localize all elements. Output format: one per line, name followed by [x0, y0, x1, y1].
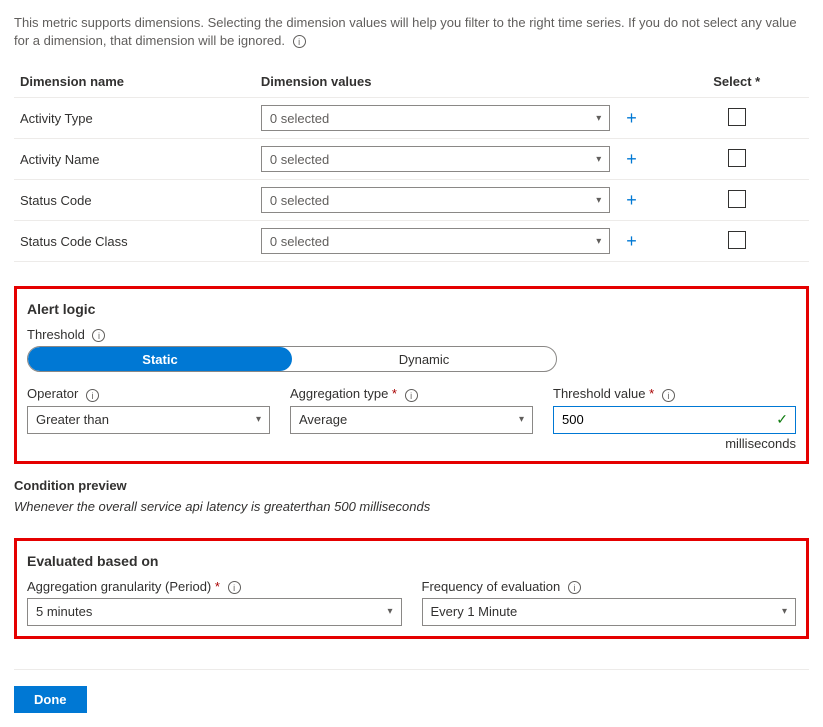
select-checkbox[interactable]: [728, 231, 746, 249]
dimension-values-select[interactable]: 0 selected▾: [261, 146, 610, 172]
evaluated-section: Evaluated based on Aggregation granulari…: [14, 538, 809, 639]
table-row: Activity Name0 selected▾ +: [14, 139, 809, 180]
info-icon[interactable]: i: [293, 35, 306, 48]
dimensions-table: Dimension name Dimension values Select *…: [14, 64, 809, 262]
col-dimension-values: Dimension values: [255, 64, 616, 98]
divider: [14, 669, 809, 670]
info-icon[interactable]: i: [568, 581, 581, 594]
aggregation-label: Aggregation type * i: [290, 386, 533, 401]
threshold-toggle[interactable]: Static Dynamic: [27, 346, 557, 372]
info-icon[interactable]: i: [662, 389, 675, 402]
aggregation-select[interactable]: Average ▾: [290, 406, 533, 434]
table-row: Status Code0 selected▾ +: [14, 180, 809, 221]
alert-logic-section: Alert logic Threshold i Static Dynamic O…: [14, 286, 809, 463]
chevron-down-icon: ▾: [256, 414, 261, 425]
check-icon: ✓: [776, 411, 788, 428]
threshold-value-input[interactable]: [553, 406, 796, 434]
table-row: Status Code Class0 selected▾ +: [14, 221, 809, 262]
dimension-values-select[interactable]: 0 selected▾: [261, 187, 610, 213]
plus-icon[interactable]: +: [622, 231, 641, 251]
operator-label: Operator i: [27, 386, 270, 401]
evaluated-title: Evaluated based on: [27, 553, 796, 569]
plus-icon[interactable]: +: [622, 190, 641, 210]
col-select: Select *: [664, 64, 809, 98]
condition-preview-text: Whenever the overall service api latency…: [14, 499, 809, 514]
info-icon[interactable]: i: [86, 389, 99, 402]
toggle-dynamic[interactable]: Dynamic: [292, 347, 556, 371]
table-row: Activity Type0 selected▾ +: [14, 98, 809, 139]
select-checkbox[interactable]: [728, 149, 746, 167]
select-checkbox[interactable]: [728, 108, 746, 126]
col-dimension-name: Dimension name: [14, 64, 255, 98]
dimension-values-select[interactable]: 0 selected▾: [261, 105, 610, 131]
dimension-name: Status Code: [14, 180, 255, 221]
dimension-values-select[interactable]: 0 selected▾: [261, 228, 610, 254]
info-icon[interactable]: i: [405, 389, 418, 402]
chevron-down-icon: ▾: [596, 195, 601, 206]
intro-text: This metric supports dimensions. Selecti…: [14, 14, 809, 50]
chevron-down-icon: ▾: [387, 606, 392, 617]
frequency-label: Frequency of evaluation i: [422, 579, 797, 594]
chevron-down-icon: ▾: [519, 414, 524, 425]
dimension-name: Activity Type: [14, 98, 255, 139]
condition-preview: Condition preview Whenever the overall s…: [14, 478, 809, 514]
plus-icon[interactable]: +: [622, 149, 641, 169]
chevron-down-icon: ▾: [596, 236, 601, 247]
plus-icon[interactable]: +: [622, 108, 641, 128]
alert-logic-title: Alert logic: [27, 301, 796, 317]
dimension-name: Activity Name: [14, 139, 255, 180]
granularity-label: Aggregation granularity (Period) * i: [27, 579, 402, 594]
info-icon[interactable]: i: [228, 581, 241, 594]
chevron-down-icon: ▾: [596, 154, 601, 165]
granularity-select[interactable]: 5 minutes ▾: [27, 598, 402, 626]
frequency-select[interactable]: Every 1 Minute ▾: [422, 598, 797, 626]
chevron-down-icon: ▾: [782, 606, 787, 617]
done-button[interactable]: Done: [14, 686, 87, 713]
info-icon[interactable]: i: [92, 329, 105, 342]
chevron-down-icon: ▾: [596, 113, 601, 124]
threshold-value-label: Threshold value * i: [553, 386, 796, 401]
dimension-name: Status Code Class: [14, 221, 255, 262]
operator-select[interactable]: Greater than ▾: [27, 406, 270, 434]
toggle-static[interactable]: Static: [28, 347, 292, 371]
select-checkbox[interactable]: [728, 190, 746, 208]
condition-preview-label: Condition preview: [14, 478, 809, 493]
threshold-label: Threshold i: [27, 327, 796, 342]
threshold-unit: milliseconds: [553, 436, 796, 451]
